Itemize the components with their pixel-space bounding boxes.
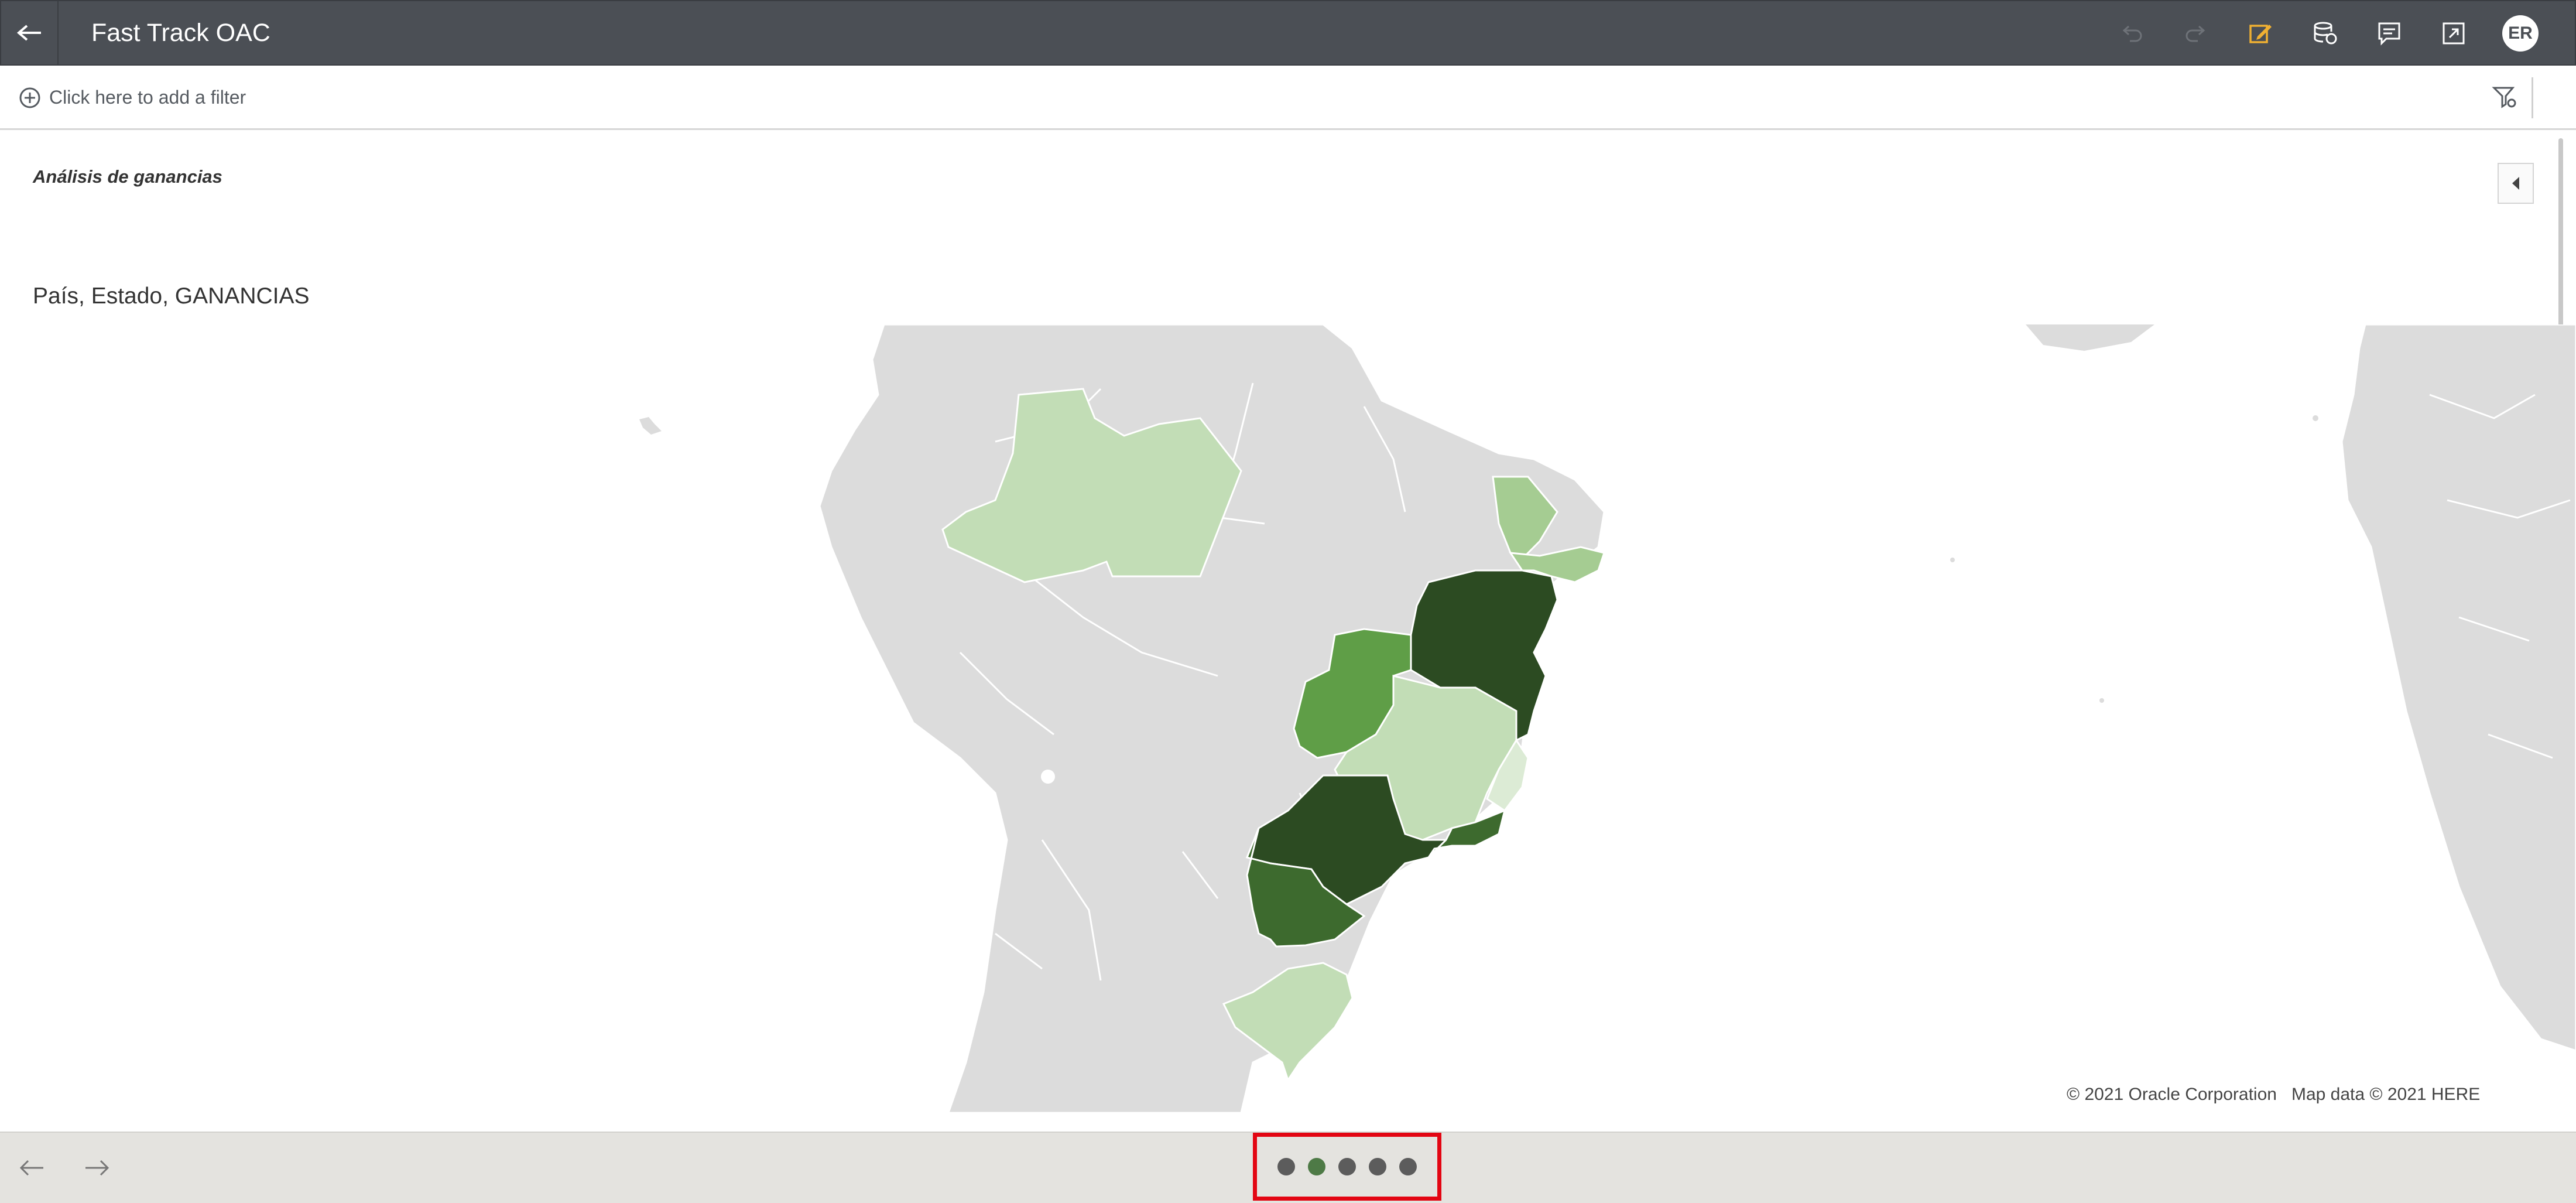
canvas-footer: [0, 1132, 2576, 1203]
visualization-title: País, Estado, GANANCIAS: [33, 283, 310, 309]
canvas: Análisis de ganancias País, Estado, GANA…: [0, 130, 2576, 1132]
edit-icon[interactable]: [2246, 19, 2275, 48]
page-dot-3[interactable]: [1338, 1158, 1356, 1175]
collapse-panel-button[interactable]: [2498, 163, 2534, 204]
caribbean-islands: [639, 417, 662, 435]
app-header: Fast Track OAC ER: [0, 0, 2576, 66]
filter-divider: [2532, 77, 2533, 118]
add-filter-placeholder[interactable]: Click here to add a filter: [49, 87, 246, 108]
map-visualization[interactable]: [0, 324, 2576, 1113]
europe-land-fragment: [2026, 324, 2154, 351]
data-refresh-icon[interactable]: [2310, 19, 2339, 48]
add-filter-icon[interactable]: [19, 87, 41, 109]
map-attribution: © 2021 Oracle Corporation Map data © 202…: [2067, 1085, 2481, 1104]
undo-icon[interactable]: [2117, 19, 2146, 48]
next-page-arrow-icon[interactable]: [83, 1156, 111, 1180]
user-avatar[interactable]: ER: [2502, 15, 2539, 52]
canvas-title: Análisis de ganancias: [33, 166, 222, 187]
titicaca-lake: [1041, 770, 1055, 784]
caret-left-icon: [2512, 177, 2519, 190]
present-icon[interactable]: [2439, 19, 2468, 48]
comment-icon[interactable]: [2375, 19, 2404, 48]
page-dot-1[interactable]: [1277, 1158, 1295, 1175]
previous-page-arrow-icon[interactable]: [18, 1156, 46, 1180]
back-arrow-icon: [16, 25, 41, 41]
page-indicator: [1253, 1133, 1441, 1201]
page-dot-2-active[interactable]: [1308, 1158, 1325, 1175]
back-button[interactable]: [1, 1, 59, 64]
page-dot-5[interactable]: [1399, 1158, 1417, 1175]
redo-icon[interactable]: [2181, 19, 2211, 48]
filter-bar[interactable]: Click here to add a filter: [0, 66, 2576, 130]
atlantic-island-2: [1950, 558, 1955, 562]
app-title: Fast Track OAC: [91, 19, 270, 47]
page-dot-4[interactable]: [1369, 1158, 1386, 1175]
atlantic-island-3: [2099, 698, 2104, 703]
filter-options-icon[interactable]: [2492, 84, 2517, 110]
atlantic-island: [2313, 415, 2318, 421]
africa-europe-land: [2341, 324, 2576, 1052]
